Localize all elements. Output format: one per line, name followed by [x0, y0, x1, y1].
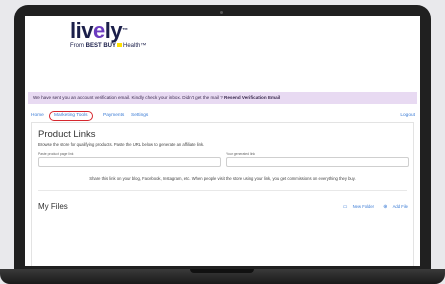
brand-logo[interactable]: lively™ From BEST BUY Health™: [70, 18, 147, 50]
verification-banner: We have sent you an account verification…: [28, 92, 417, 104]
paste-link-label: Paste product page link: [38, 152, 74, 156]
generated-link-field[interactable]: [226, 157, 409, 167]
my-files-title: My Files: [38, 202, 68, 211]
nav-settings[interactable]: Settings: [131, 110, 148, 121]
nav-marketing-tools[interactable]: Marketing Tools: [49, 111, 93, 121]
banner-text: We have sent you an account verification…: [33, 95, 223, 100]
nav-payments[interactable]: Payments: [103, 110, 124, 121]
share-instructions: Share this link on your blog, Facebook, …: [89, 176, 356, 181]
top-nav: Home Marketing Tools Payments Settings L…: [28, 110, 417, 121]
bestbuy-tag-icon: [117, 43, 123, 48]
folder-icon: ▭: [342, 204, 348, 210]
logout-link[interactable]: Logout: [400, 110, 415, 121]
logo-subtitle: From BEST BUY Health™: [70, 43, 147, 49]
resend-verification-link[interactable]: Resend Verification Email: [224, 95, 280, 100]
add-file-button[interactable]: ⊕ Add File: [379, 204, 408, 210]
webcam: [220, 11, 223, 14]
logo-wordmark: lively™: [70, 18, 128, 43]
add-icon: ⊕: [383, 204, 388, 210]
files-actions: ▭ New Folder ⊕ Add File: [335, 204, 408, 210]
main-content: Product Links Browse the store for quali…: [31, 122, 414, 266]
product-link-input[interactable]: [38, 157, 221, 167]
nav-home[interactable]: Home: [31, 110, 44, 121]
screen: lively™ From BEST BUY Health™ We have sen…: [25, 16, 420, 266]
section-divider: [38, 190, 407, 191]
generated-link-label: Your generated link: [226, 152, 256, 156]
laptop-notch: [190, 269, 254, 273]
page-title: Product Links: [38, 129, 96, 140]
product-links-description: Browse the store for qualifying products…: [38, 142, 205, 147]
new-folder-button[interactable]: ▭ New Folder: [339, 204, 374, 210]
